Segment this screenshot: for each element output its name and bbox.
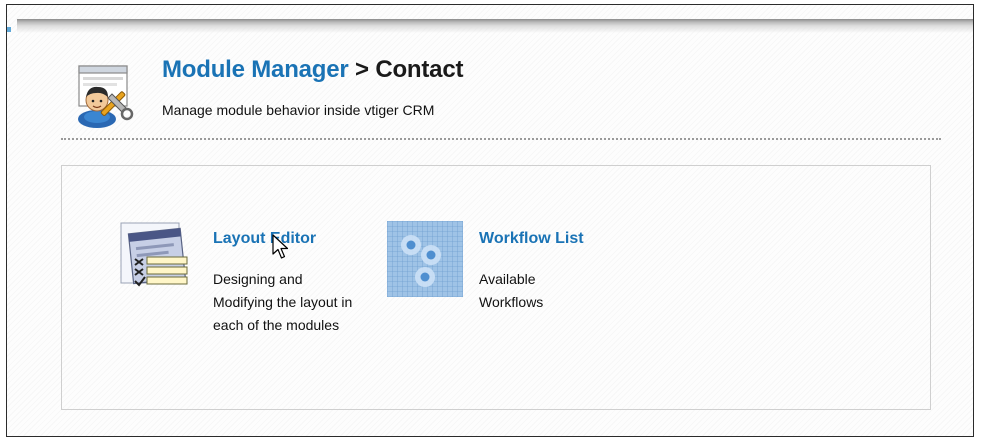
layout-editor-description: Designing and Modifying the layout in ea… [213, 271, 353, 333]
layout-editor-link[interactable]: Layout Editor [213, 230, 316, 248]
header-divider [61, 138, 941, 140]
workflow-list-link[interactable]: Workflow List [479, 230, 584, 248]
breadcrumb-current: Contact [375, 56, 464, 83]
page-title: Module Manager > Contact [162, 56, 463, 84]
breadcrumb-separator: > [355, 56, 369, 83]
workflow-list-icon[interactable] [387, 221, 463, 297]
top-shadow-bar [17, 19, 973, 33]
breadcrumb-module-manager-link[interactable]: Module Manager [162, 56, 349, 83]
corner-marker [7, 27, 11, 32]
workflow-list-description: Available Workflows [479, 271, 544, 310]
module-manager-icon [78, 65, 134, 128]
page-subtitle: Manage module behavior inside vtiger CRM [162, 102, 435, 118]
mouse-cursor-icon [272, 234, 289, 259]
layout-editor-icon[interactable] [117, 217, 195, 299]
module-manager-window: Module Manager > Contact Manage module b… [6, 4, 974, 437]
